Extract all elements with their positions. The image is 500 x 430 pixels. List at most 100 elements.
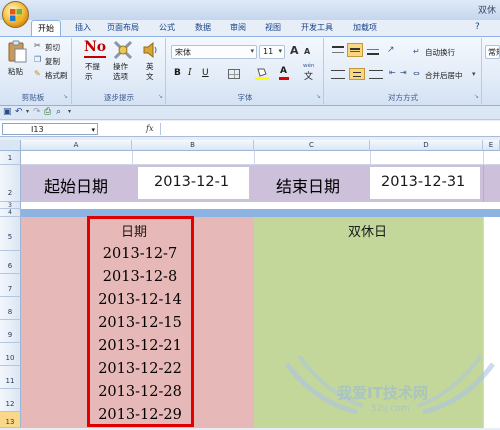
grid-line: [483, 165, 484, 202]
font-color-letter: A: [280, 66, 287, 76]
paste-icon[interactable]: [6, 40, 28, 64]
fx-icon[interactable]: fx: [146, 124, 153, 133]
tab-formulas[interactable]: 公式: [153, 20, 181, 36]
dialog-launcher-icon[interactable]: ↘: [474, 93, 479, 100]
help-icon[interactable]: ?: [475, 22, 480, 32]
tab-home[interactable]: 开始: [31, 20, 61, 36]
row-header-3[interactable]: 3: [0, 202, 21, 209]
bold-button[interactable]: B: [174, 68, 181, 78]
print-icon[interactable]: ⎙: [44, 107, 51, 117]
column-header-b[interactable]: B: [132, 140, 254, 151]
column-header-e[interactable]: E: [483, 140, 500, 151]
chevron-down-icon[interactable]: ▾: [472, 70, 476, 78]
row-header-2[interactable]: 2: [0, 165, 21, 202]
column-header-a[interactable]: A: [21, 140, 132, 151]
step-hints-label: 逐步提示: [104, 93, 134, 102]
highlight-box: [87, 216, 194, 427]
grid-line: [254, 151, 255, 165]
english-button[interactable]: 英文: [146, 62, 156, 82]
font-size-select[interactable]: 11 ▾: [259, 45, 285, 59]
align-middle-icon[interactable]: [347, 43, 363, 57]
number-format-select[interactable]: 常规: [485, 45, 500, 59]
phonetic-button[interactable]: wén 文: [302, 63, 318, 82]
end-date-cell[interactable]: 2013-12-31: [370, 167, 480, 199]
decrease-indent-icon[interactable]: ⇤: [389, 68, 396, 77]
row-header-12[interactable]: 12: [0, 389, 21, 412]
no-prompt-button[interactable]: 不提示: [85, 62, 105, 82]
speaker-icon[interactable]: [142, 40, 160, 60]
row-header-10[interactable]: 10: [0, 343, 21, 366]
font-name-select[interactable]: 宋体 ▾: [171, 45, 257, 59]
tab-view[interactable]: 视图: [259, 20, 287, 36]
row-header-4[interactable]: 4: [0, 209, 21, 217]
start-date-cell[interactable]: 2013-12-1: [138, 167, 249, 199]
font-color-button[interactable]: A: [279, 66, 289, 80]
dialog-launcher-icon[interactable]: ↘: [316, 93, 321, 100]
row-header-13[interactable]: 13: [0, 412, 21, 428]
row-header-6[interactable]: 6: [0, 251, 21, 274]
chevron-down-icon[interactable]: ▾: [26, 108, 29, 115]
font-size-value: 11: [263, 47, 274, 56]
borders-icon[interactable]: [228, 69, 240, 79]
align-left-icon[interactable]: [331, 70, 345, 79]
dialog-launcher-icon[interactable]: ↘: [63, 93, 68, 100]
column-header-d[interactable]: D: [370, 140, 483, 151]
tab-insert[interactable]: 插入: [69, 20, 97, 36]
no-prompt-icon[interactable]: No: [84, 39, 106, 59]
align-bottom-icon[interactable]: [367, 46, 379, 55]
fill-color-icon[interactable]: [255, 68, 269, 80]
title-bar: 双休: [0, 0, 500, 20]
align-center-icon[interactable]: [349, 68, 365, 80]
preview-icon[interactable]: ⌕: [56, 107, 61, 117]
cut-button[interactable]: 剪切: [45, 42, 60, 53]
column-header-c[interactable]: C: [254, 140, 370, 151]
tab-page-layout[interactable]: 页面布局: [101, 20, 145, 36]
row-1-cells[interactable]: [21, 151, 500, 165]
office-button[interactable]: [2, 1, 29, 28]
action-options-icon[interactable]: [112, 39, 134, 61]
no-sign-text: No: [84, 39, 107, 55]
underline-button[interactable]: U: [202, 68, 209, 78]
save-icon[interactable]: ▣: [3, 107, 12, 117]
row-header-8[interactable]: 8: [0, 297, 21, 320]
row-header-11[interactable]: 11: [0, 366, 21, 389]
formula-input[interactable]: [160, 123, 498, 135]
dialog-launcher-icon[interactable]: ↘: [158, 93, 163, 100]
copy-button[interactable]: 复制: [45, 56, 60, 67]
font-name-value: 宋体: [175, 48, 191, 57]
row-header-9[interactable]: 9: [0, 320, 21, 343]
chevron-down-icon: ▾: [278, 47, 282, 55]
wrap-text-button[interactable]: 自动换行: [425, 47, 455, 58]
row-3-cells[interactable]: [21, 202, 500, 209]
end-date-value: 2013-12-31: [381, 174, 466, 190]
name-box-value: I13: [31, 125, 44, 134]
start-date-value: 2013-12-1: [154, 174, 230, 190]
action-options-button[interactable]: 操作选项: [113, 62, 133, 82]
format-painter-button[interactable]: 格式刷: [45, 70, 68, 81]
tab-review[interactable]: 审阅: [224, 20, 252, 36]
paste-button[interactable]: 粘贴: [8, 66, 23, 77]
row-header-1[interactable]: 1: [0, 151, 21, 165]
redo-icon[interactable]: ↷: [33, 107, 41, 117]
align-right-icon[interactable]: [369, 70, 383, 79]
undo-icon[interactable]: ↶: [15, 107, 23, 117]
select-all-button[interactable]: [0, 140, 21, 151]
tab-add-ins[interactable]: 加载项: [347, 20, 383, 36]
grow-font-button[interactable]: A: [290, 44, 299, 57]
row-header-5[interactable]: 5: [0, 217, 21, 251]
row-header-7[interactable]: 7: [0, 274, 21, 297]
increase-indent-icon[interactable]: ⇥: [400, 68, 407, 77]
italic-button[interactable]: I: [188, 68, 192, 78]
orientation-icon[interactable]: ↗: [387, 45, 395, 55]
clipboard-label: 剪贴板: [21, 93, 45, 102]
tab-data[interactable]: 数据: [189, 20, 217, 36]
watermark-url: 52ij.com: [371, 404, 410, 414]
grid-line: [370, 151, 371, 165]
merge-center-button[interactable]: 合并后居中: [425, 70, 463, 81]
shrink-font-button[interactable]: A: [304, 47, 310, 56]
tab-developer[interactable]: 开发工具: [295, 20, 339, 36]
align-top-icon[interactable]: [332, 46, 344, 55]
name-box[interactable]: I13 ▾: [2, 123, 98, 135]
chevron-down-icon: ▾: [91, 126, 95, 134]
customize-qat-icon[interactable]: ▾: [68, 108, 71, 115]
